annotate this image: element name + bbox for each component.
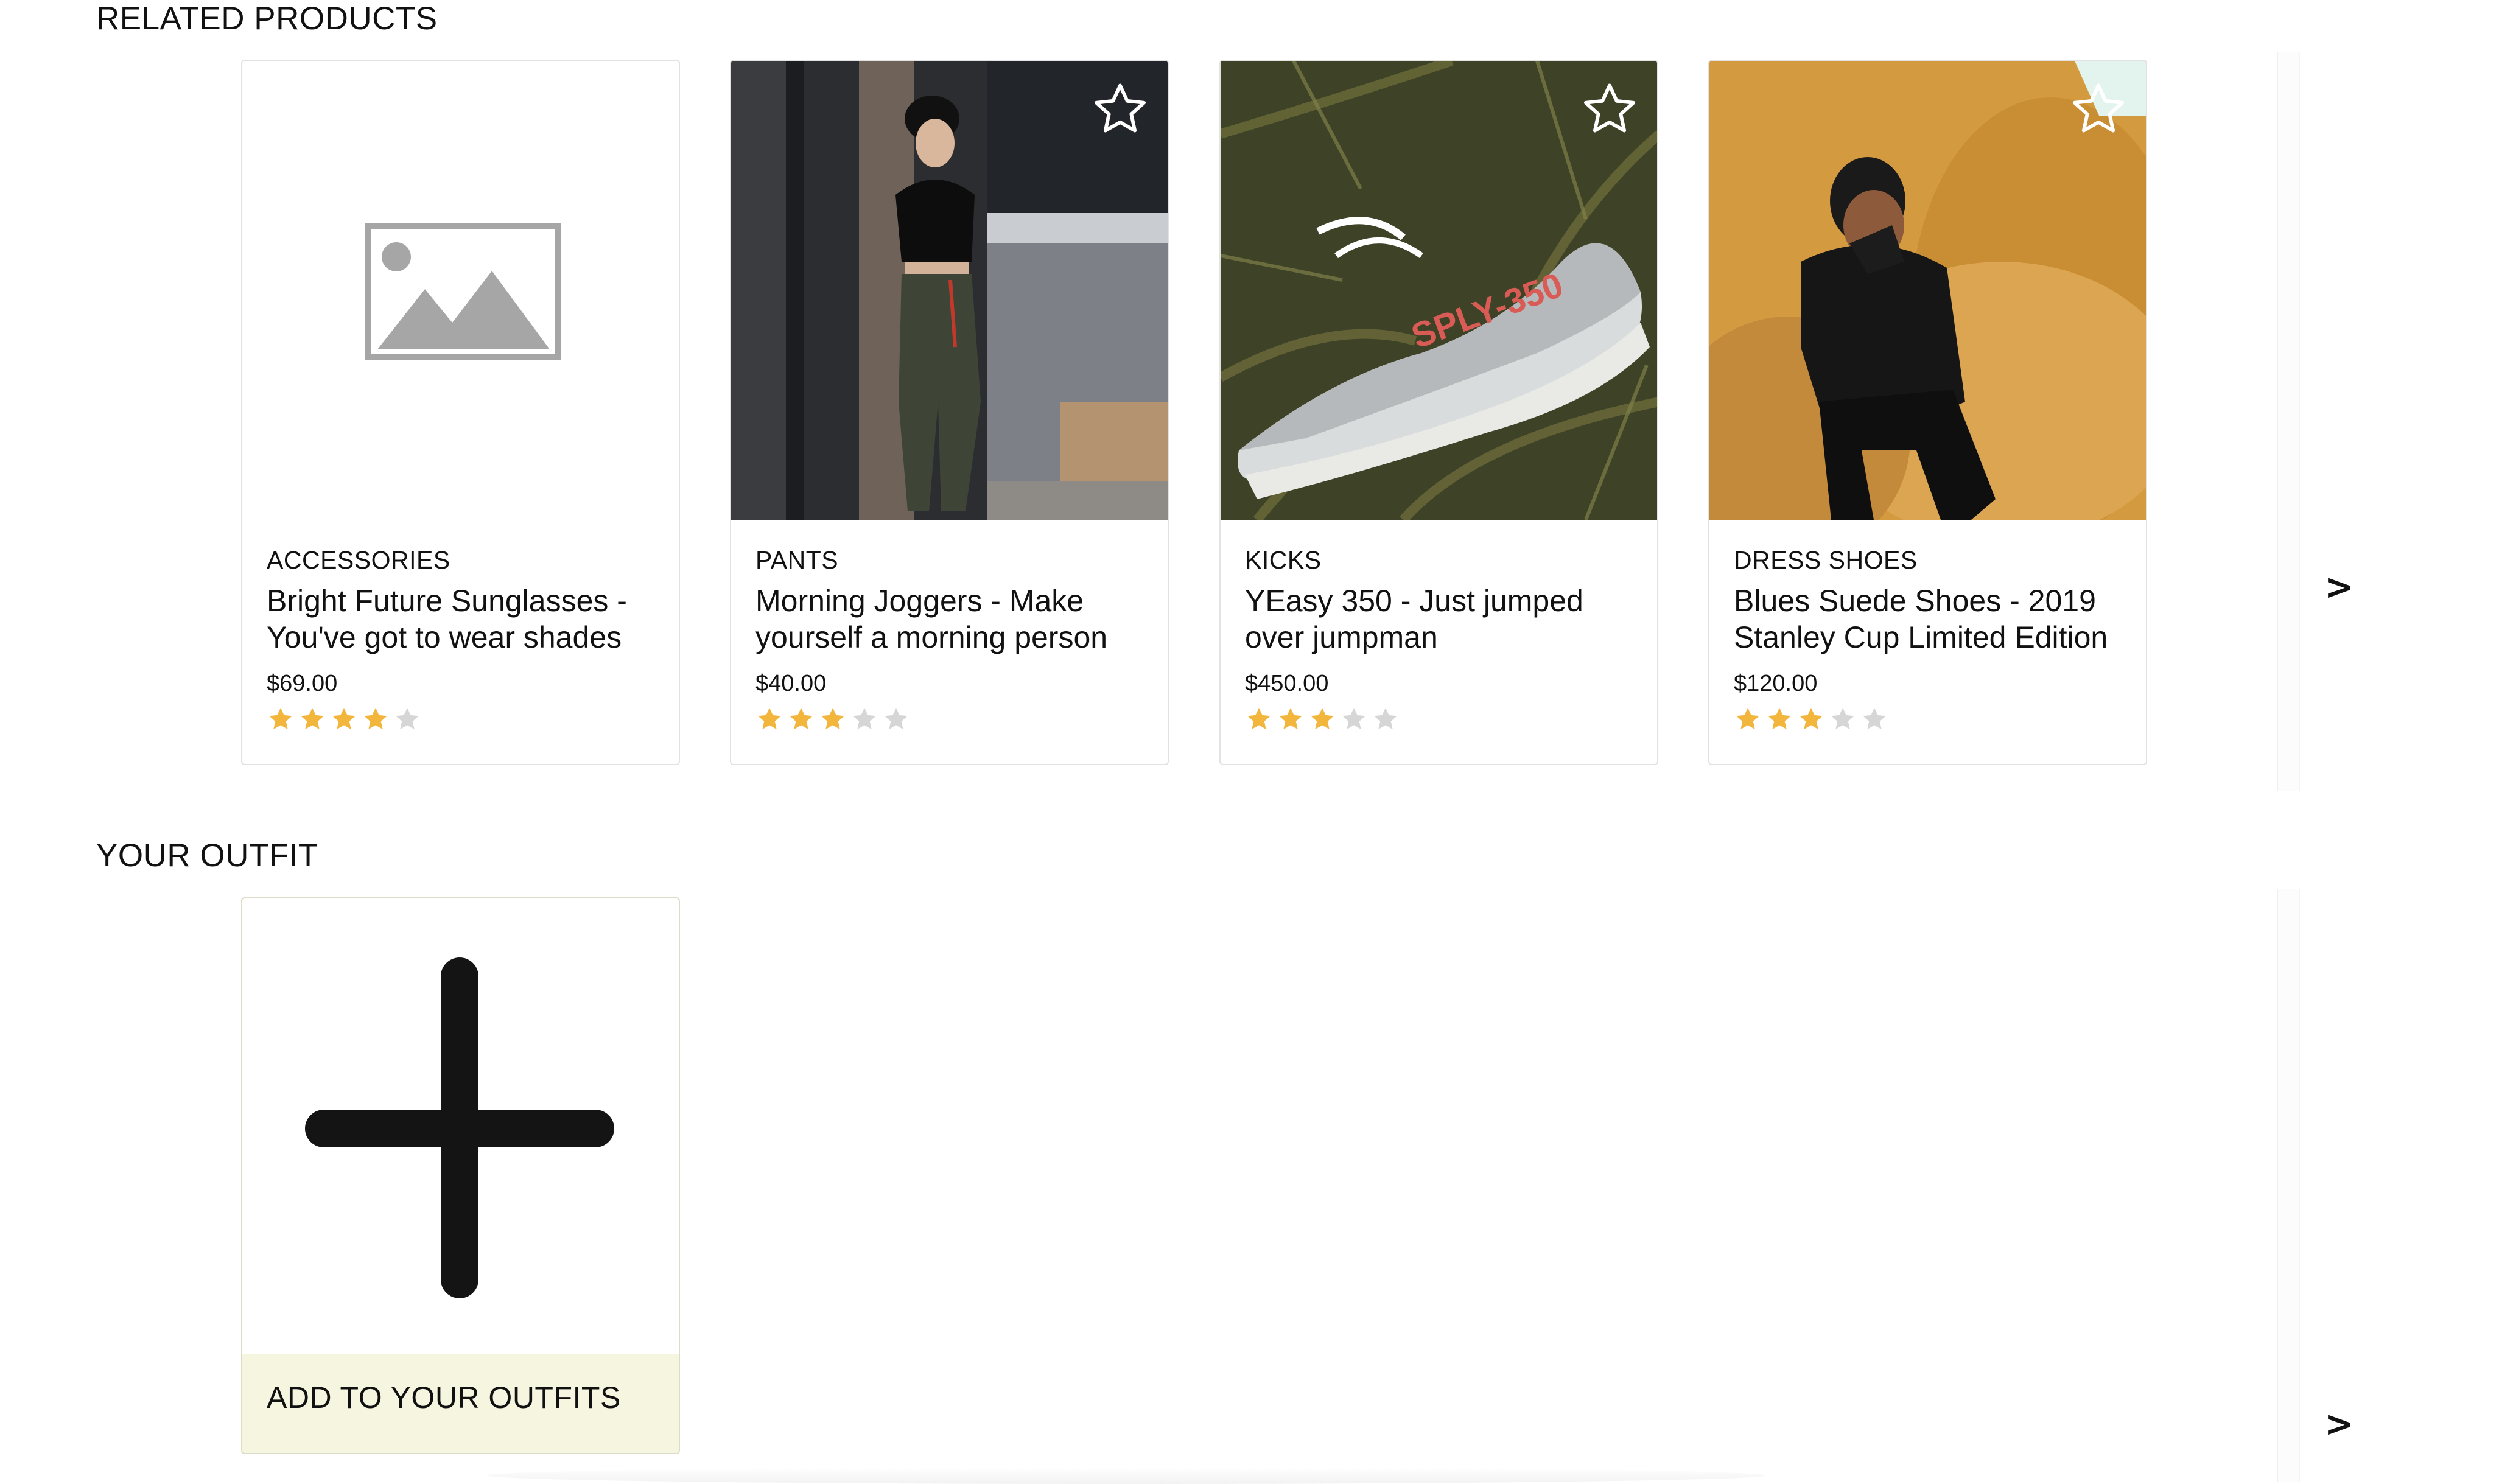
- outfit-next-arrow[interactable]: >: [2324, 1403, 2354, 1444]
- product-name[interactable]: Bright Future Sunglasses - You've got to…: [267, 583, 661, 656]
- star-empty-icon: [1342, 707, 1365, 730]
- star-rating: [267, 705, 661, 733]
- star-filled-icon: [269, 707, 292, 730]
- product-card-pants[interactable]: PANTS Morning Joggers - Make yourself a …: [730, 60, 1169, 765]
- product-price: $450.00: [1245, 671, 1329, 696]
- product-image-sneaker: SPLY-350: [1221, 61, 1657, 520]
- star-filled-icon: [821, 707, 844, 730]
- product-name[interactable]: Blues Suede Shoes - 2019 Stanley Cup Lim…: [1734, 583, 2128, 656]
- add-to-outfits-label[interactable]: ADD TO YOUR OUTFITS: [267, 1380, 621, 1415]
- add-outfit-footer: ADD TO YOUR OUTFITS: [242, 1354, 679, 1453]
- favorite-star-icon[interactable]: [1579, 79, 1640, 140]
- star-filled-icon: [1736, 707, 1759, 730]
- plus-icon: [305, 957, 614, 1298]
- product-price: $40.00: [755, 671, 827, 696]
- product-image-man-chair: [1709, 61, 2146, 520]
- related-products-heading: RELATED PRODUCTS: [96, 1, 438, 37]
- star-empty-icon: [1863, 707, 1886, 730]
- star-filled-icon: [758, 707, 781, 730]
- star-filled-icon: [1311, 707, 1334, 730]
- star-rating: [1734, 705, 2128, 733]
- add-to-outfit-card[interactable]: ADD TO YOUR OUTFITS: [241, 897, 680, 1454]
- star-filled-icon: [364, 707, 387, 730]
- product-card-accessories[interactable]: ACCESSORIES Bright Future Sunglasses - Y…: [241, 60, 680, 765]
- favorite-star-icon[interactable]: [2068, 79, 2129, 140]
- product-category: KICKS: [1245, 546, 1322, 574]
- related-next-arrow[interactable]: >: [2324, 566, 2354, 607]
- product-name[interactable]: Morning Joggers - Make yourself a mornin…: [755, 583, 1149, 656]
- your-outfit-heading: YOUR OUTFIT: [96, 838, 318, 873]
- star-empty-icon: [853, 707, 876, 730]
- star-filled-icon: [332, 707, 356, 730]
- star-filled-icon: [1768, 707, 1791, 730]
- placeholder-image-icon: [365, 223, 561, 360]
- favorite-star-icon[interactable]: [1090, 79, 1151, 140]
- star-filled-icon: [790, 707, 813, 730]
- outfit-carousel-edge: [2277, 889, 2300, 1482]
- star-filled-icon: [1247, 707, 1271, 730]
- product-price: $69.00: [267, 671, 338, 696]
- product-card-dress-shoes[interactable]: DRESS SHOES Blues Suede Shoes - 2019 Sta…: [1708, 60, 2147, 765]
- star-empty-icon: [1831, 707, 1854, 730]
- star-rating: [755, 705, 1149, 733]
- product-image-joggers: [731, 61, 1168, 520]
- star-filled-icon: [1800, 707, 1823, 730]
- product-category: PANTS: [755, 546, 839, 574]
- star-filled-icon: [1279, 707, 1302, 730]
- product-name[interactable]: YEasy 350 - Just jumped over jumpman: [1245, 583, 1639, 656]
- star-rating: [1245, 705, 1639, 733]
- product-image-placeholder: [242, 61, 679, 520]
- star-filled-icon: [301, 707, 324, 730]
- star-empty-icon: [1374, 707, 1397, 730]
- star-empty-icon: [396, 707, 419, 730]
- product-card-kicks[interactable]: SPLY-350 KICKS YEasy 350 - Just jumped o…: [1219, 60, 1658, 765]
- star-empty-icon: [885, 707, 908, 730]
- product-price: $120.00: [1734, 671, 1818, 696]
- related-carousel-edge: [2277, 52, 2300, 791]
- product-category: DRESS SHOES: [1734, 546, 1918, 574]
- bottom-shadow: [487, 1467, 1765, 1484]
- product-category: ACCESSORIES: [267, 546, 450, 574]
